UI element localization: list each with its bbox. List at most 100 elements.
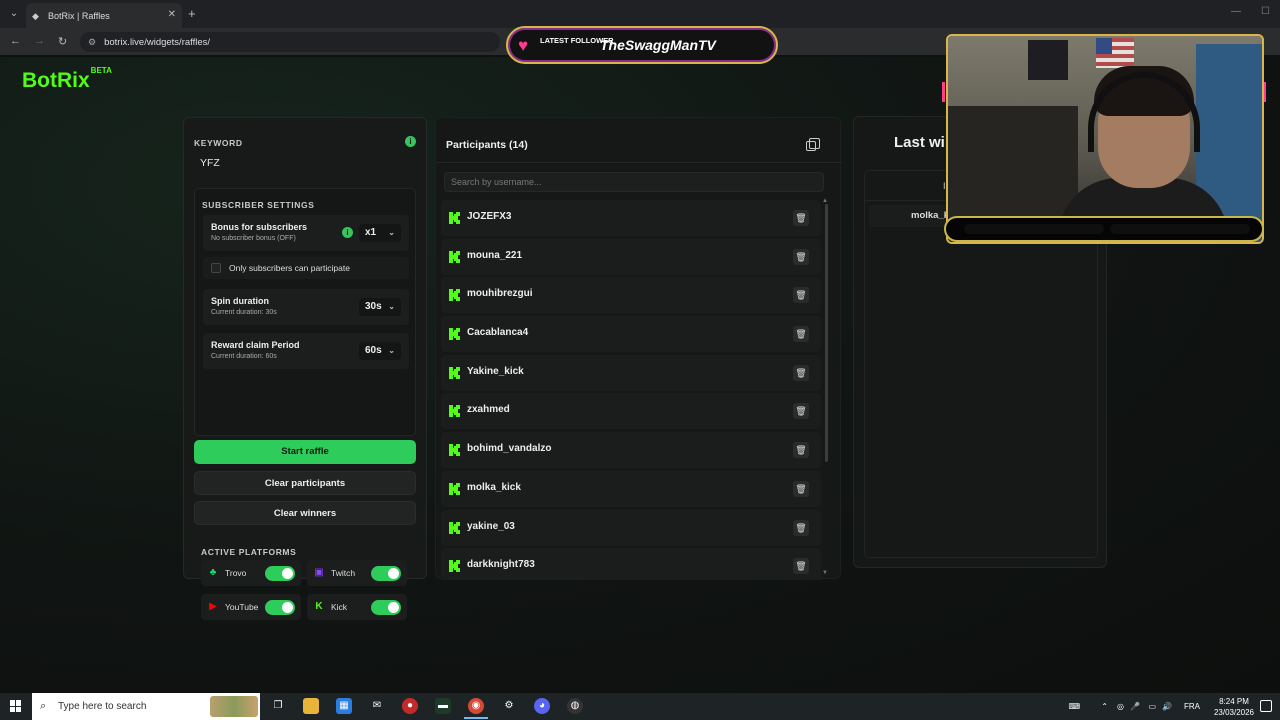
tab-close-icon[interactable]: ✕: [168, 9, 176, 20]
participant-row: zxahmed 🗑: [441, 393, 821, 430]
kick-icon: [449, 405, 460, 418]
store-icon[interactable]: ▦: [336, 698, 352, 714]
bonus-select[interactable]: x1 ⌄: [359, 224, 401, 242]
platform-kick: K Kick: [307, 594, 407, 620]
bonus-title: Bonus for subscribers: [211, 222, 308, 232]
bonus-info-icon[interactable]: i: [342, 227, 353, 238]
chevron-down-icon: ⌄: [388, 302, 395, 311]
url-field[interactable]: ⚙ botrix.live/widgets/raffles/: [80, 32, 500, 52]
volume-icon[interactable]: 🔊: [1162, 702, 1172, 711]
trash-icon[interactable]: 🗑: [793, 287, 809, 304]
windows-start-icon[interactable]: [10, 700, 22, 712]
back-button[interactable]: ←: [10, 35, 21, 47]
trovo-toggle[interactable]: [265, 566, 295, 581]
browser-tab-strip: ⌄ ◆ BotRix | Raffles ✕ + — ☐: [0, 0, 1280, 28]
chevron-down-icon: ⌄: [388, 346, 395, 355]
webcam-wall-item: [1028, 40, 1068, 80]
spin-duration-select[interactable]: 30s ⌄: [359, 298, 401, 316]
camera-icon[interactable]: ◎: [1117, 702, 1124, 711]
participant-row: mouhibrezgui 🗑: [441, 277, 821, 314]
chevron-up-icon[interactable]: ⌃: [1101, 702, 1108, 711]
webcam-bottom-bar: [944, 216, 1264, 242]
webcam-overlay: [946, 34, 1264, 244]
trash-icon[interactable]: 🗑: [793, 210, 809, 226]
start-raffle-button[interactable]: Start raffle: [194, 440, 416, 464]
mail-icon[interactable]: ✉: [369, 698, 385, 714]
file-explorer-icon[interactable]: [303, 698, 319, 714]
forward-button[interactable]: →: [34, 35, 45, 47]
notification-icon[interactable]: [1260, 700, 1272, 712]
kick-icon: [449, 328, 460, 341]
only-subscribers-option[interactable]: Only subscribers can participate: [203, 257, 409, 279]
platform-name: Twitch: [331, 568, 356, 578]
twitch-toggle[interactable]: [371, 566, 401, 581]
terminal-icon[interactable]: ▬: [435, 698, 451, 714]
browser-tab[interactable]: ◆ BotRix | Raffles ✕: [26, 3, 182, 28]
participant-scrollbar[interactable]: [825, 204, 828, 462]
bar-segment: [964, 224, 1104, 234]
spin-duration-subtitle: Current duration: 30s: [211, 309, 277, 316]
keyboard-icon[interactable]: ⌨: [1068, 702, 1080, 711]
participant-username: zxahmed: [467, 404, 510, 416]
trash-icon[interactable]: 🗑: [793, 558, 809, 575]
trash-icon[interactable]: 🗑: [793, 480, 809, 497]
trash-icon[interactable]: 🗑: [793, 326, 809, 343]
youtube-icon: ▶: [209, 601, 217, 612]
site-info-icon[interactable]: ⚙: [88, 37, 96, 48]
overlay-accent: [942, 82, 945, 102]
network-icon[interactable]: ▭: [1148, 702, 1156, 711]
trash-icon[interactable]: 🗑: [793, 248, 809, 265]
keyword-input[interactable]: YFZ: [194, 154, 416, 172]
copy-icon[interactable]: [806, 138, 820, 151]
info-icon[interactable]: i: [405, 136, 416, 147]
participant-list: JOZEFX3 🗑 mouna_221 🗑 mouhibrezgui 🗑 Cac…: [441, 200, 821, 580]
recorder-icon[interactable]: ●: [402, 698, 418, 714]
clear-winners-button[interactable]: Clear winners: [194, 501, 416, 525]
chrome-icon[interactable]: ◉: [464, 698, 488, 719]
kick-icon: [449, 444, 460, 457]
minimize-icon[interactable]: —: [1231, 6, 1241, 17]
platform-name: YouTube: [225, 602, 259, 612]
youtube-toggle[interactable]: [265, 600, 295, 615]
platform-twitch: ▣ Twitch: [307, 560, 407, 586]
scroll-down-icon[interactable]: ▼: [822, 570, 828, 576]
taskbar-search-input[interactable]: ⌕ Type here to search: [32, 693, 260, 720]
microphone-icon[interactable]: 🎤: [1130, 702, 1140, 711]
participant-row: Cacablanca4 🗑: [441, 316, 821, 353]
botrix-logo[interactable]: BotRixBETA: [22, 66, 112, 93]
last-winners-title: Last wi: [894, 134, 945, 151]
reward-claim-subtitle: Current duration: 60s: [211, 353, 277, 360]
trash-icon[interactable]: 🗑: [793, 442, 809, 459]
participant-row: JOZEFX3 🗑: [441, 200, 821, 236]
kick-icon: [449, 212, 460, 224]
bonus-subtitle: No subscriber bonus (OFF): [211, 235, 296, 242]
tab-search-chevron-icon[interactable]: ⌄: [6, 6, 22, 22]
discord-icon[interactable]: ◕: [534, 698, 550, 714]
clear-participants-button[interactable]: Clear participants: [194, 471, 416, 495]
reload-button[interactable]: ↻: [58, 35, 67, 48]
kick-toggle[interactable]: [371, 600, 401, 615]
settings-gear-icon[interactable]: ⚙: [501, 698, 517, 714]
bonus-setting: Bonus for subscribers No subscriber bonu…: [203, 215, 409, 251]
beta-badge: BETA: [90, 66, 112, 75]
participants-title: Participants (14): [446, 139, 528, 151]
clock[interactable]: 8:24 PM 23/03/2026: [1214, 696, 1254, 718]
reward-claim-select[interactable]: 60s ⌄: [359, 342, 401, 360]
participant-search-input[interactable]: [444, 172, 824, 192]
obs-icon[interactable]: ◍: [567, 698, 583, 714]
maximize-icon[interactable]: ☐: [1261, 6, 1270, 17]
participant-row: molka_kick 🗑: [441, 470, 821, 507]
botrix-favicon-icon: ◆: [32, 10, 39, 21]
only-subscribers-label: Only subscribers can participate: [229, 263, 350, 273]
trash-icon[interactable]: 🗑: [793, 519, 809, 536]
participant-username: Yakine_kick: [467, 365, 524, 377]
language-indicator[interactable]: FRA: [1184, 702, 1200, 711]
trash-icon[interactable]: 🗑: [793, 364, 809, 381]
divider: [436, 162, 842, 163]
task-view-icon[interactable]: ❐: [270, 698, 286, 714]
new-tab-button[interactable]: +: [188, 6, 196, 21]
trash-icon[interactable]: 🗑: [793, 403, 809, 420]
participant-row: bohimd_vandalzo 🗑: [441, 432, 821, 469]
only-subscribers-checkbox[interactable]: [211, 263, 221, 273]
platform-name: Kick: [331, 602, 348, 612]
